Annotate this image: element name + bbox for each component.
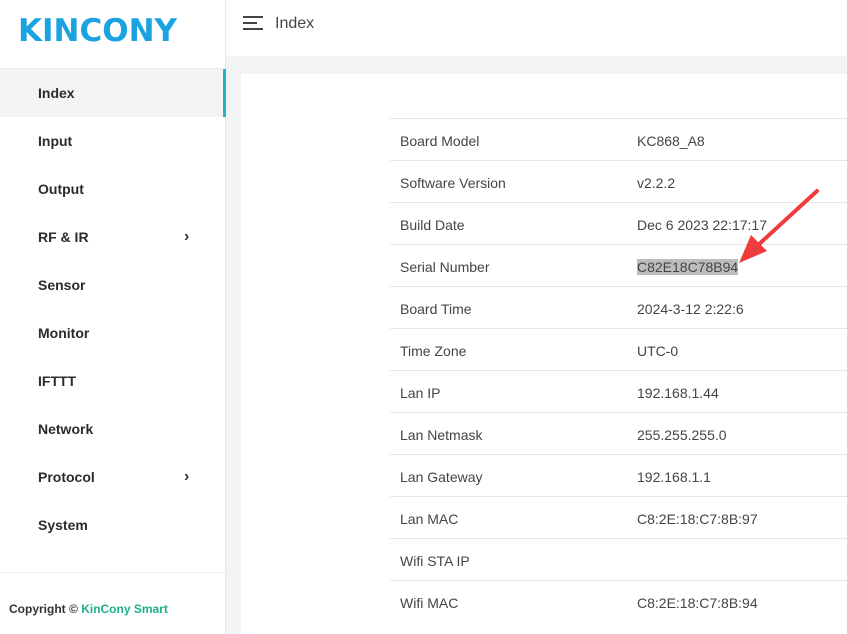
- copyright-prefix: Copyright ©: [9, 602, 78, 616]
- sidebar-item-network[interactable]: Network: [0, 405, 226, 453]
- chevron-right-icon: ›: [184, 228, 190, 245]
- row-value: 2024-3-12 2:22:6: [637, 301, 744, 317]
- table-row: Board Time 2024-3-12 2:22:6: [390, 286, 847, 328]
- sidebar-menu: Index Input Output RF & IR › Sensor Monit…: [0, 69, 226, 549]
- row-key: Build Date: [400, 217, 465, 233]
- sidebar-item-label: Monitor: [38, 325, 90, 341]
- row-key: Serial Number: [400, 259, 490, 275]
- row-key: Lan Gateway: [400, 469, 483, 485]
- table-row: Board Model KC868_A8: [390, 118, 847, 160]
- sidebar-item-protocol[interactable]: Protocol ›: [0, 453, 226, 501]
- row-value: v2.2.2: [637, 175, 676, 191]
- sidebar-item-label: Sensor: [38, 277, 86, 293]
- menu-toggle-icon[interactable]: [243, 15, 263, 31]
- sidebar-item-monitor[interactable]: Monitor: [0, 309, 226, 357]
- divider: [0, 572, 226, 573]
- row-value: C8:2E:18:C7:8B:97: [637, 511, 758, 527]
- chevron-right-icon: ›: [184, 468, 190, 485]
- sidebar-item-sensor[interactable]: Sensor: [0, 261, 226, 309]
- row-value: 255.255.255.0: [637, 427, 727, 443]
- brand-link[interactable]: KinCony Smart: [81, 602, 168, 616]
- sidebar-item-input[interactable]: Input: [0, 117, 226, 165]
- sidebar-item-label: IFTTT: [38, 373, 77, 389]
- page-title: Index: [275, 15, 315, 32]
- row-value: 192.168.1.44: [637, 385, 719, 401]
- row-key: Wifi MAC: [400, 595, 459, 611]
- sidebar-item-rf-ir[interactable]: RF & IR ›: [0, 213, 226, 261]
- row-key: Board Model: [400, 133, 480, 149]
- sidebar-item-label: Network: [38, 421, 94, 437]
- row-value: 192.168.1.1: [637, 469, 711, 485]
- sidebar-item-index[interactable]: Index: [0, 69, 226, 117]
- serial-number-value[interactable]: C82E18C78B94: [637, 259, 739, 275]
- row-key: Software Version: [400, 175, 506, 191]
- kincony-logo[interactable]: KINCONY: [18, 14, 177, 48]
- row-key: Lan IP: [400, 385, 441, 401]
- top-header: Index: [226, 0, 847, 56]
- table-row: Lan Gateway 192.168.1.1: [390, 454, 847, 496]
- sidebar-item-label: RF & IR: [38, 229, 89, 245]
- sidebar-item-output[interactable]: Output: [0, 165, 226, 213]
- table-row: Lan IP 192.168.1.44: [390, 370, 847, 412]
- sidebar-item-ifttt[interactable]: IFTTT: [0, 357, 226, 405]
- row-key: Board Time: [400, 301, 472, 317]
- row-value: UTC-0: [637, 343, 679, 359]
- table-row: Lan MAC C8:2E:18:C7:8B:97: [390, 496, 847, 538]
- sidebar-item-label: Input: [38, 133, 73, 149]
- sidebar-item-label: Index: [38, 85, 75, 101]
- row-key: Wifi STA IP: [400, 553, 470, 569]
- red-arrow-annotation: [739, 189, 819, 263]
- row-key: Lan MAC: [400, 511, 459, 527]
- table-row: Lan Netmask 255.255.255.0: [390, 412, 847, 454]
- table-row: Time Zone UTC-0: [390, 328, 847, 370]
- row-value: KC868_A8: [637, 133, 705, 149]
- copyright: Copyright © KinCony Smart: [9, 602, 168, 616]
- table-row: Wifi MAC C8:2E:18:C7:8B:94: [390, 580, 847, 622]
- table-row: Wifi STA IP: [390, 538, 847, 580]
- sidebar: KINCONY Index Input Output RF & IR › Sens…: [0, 0, 226, 634]
- row-value: C8:2E:18:C7:8B:94: [637, 595, 758, 611]
- sidebar-item-label: System: [38, 517, 88, 533]
- row-key: Time Zone: [400, 343, 467, 359]
- row-key: Lan Netmask: [400, 427, 483, 443]
- sidebar-item-label: Protocol: [38, 469, 95, 485]
- sidebar-item-label: Output: [38, 181, 84, 197]
- sidebar-item-system[interactable]: System: [0, 501, 226, 549]
